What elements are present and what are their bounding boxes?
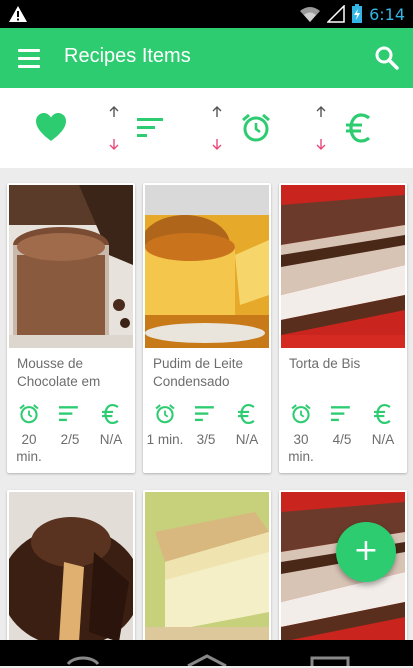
recipe-difficulty: 4/5 (332, 432, 352, 447)
recipe-name: Torta de Bis (289, 356, 361, 371)
system-nav-bar (0, 640, 413, 666)
alarm-clock-icon[interactable] (240, 112, 272, 144)
euro-icon[interactable] (344, 112, 374, 144)
recipe-time: 1 min. (146, 432, 184, 447)
home-icon[interactable] (186, 654, 228, 666)
warning-icon (9, 6, 27, 22)
recipe-meta: 30 min. 4/5 N/A (279, 403, 407, 473)
sort-time-arrows[interactable] (209, 102, 225, 154)
recipe-card[interactable] (143, 490, 271, 650)
recipe-price: N/A (235, 432, 259, 447)
status-time: 6:14 (369, 4, 405, 24)
recipe-time: 20 min. (16, 432, 42, 464)
app-bar: Recipes Items (0, 28, 413, 88)
recipe-card[interactable] (7, 490, 135, 650)
search-icon[interactable] (373, 44, 401, 72)
recipe-price: N/A (99, 432, 123, 447)
recipe-price: N/A (371, 432, 395, 447)
alarm-clock-icon (291, 404, 311, 424)
alarm-clock-icon (19, 404, 39, 424)
euro-icon (374, 403, 391, 425)
difficulty-icon (195, 406, 214, 422)
wifi-icon (300, 7, 321, 22)
difficulty-icon (331, 406, 350, 422)
recipe-card[interactable]: Mousse de Chocolate em 20 min. 2/5 N/A (7, 183, 135, 473)
sort-bar (0, 88, 413, 168)
euro-icon (102, 403, 119, 425)
recipe-meta: 20 min. 2/5 N/A (7, 403, 135, 473)
recents-icon[interactable] (310, 656, 350, 666)
recipe-card[interactable]: Torta de Bis 30 min. 4/5 N/A (279, 183, 407, 473)
menu-icon[interactable] (12, 42, 46, 74)
signal-icon (327, 5, 345, 23)
battery-icon (352, 4, 363, 23)
recipe-name: Pudim de Leite Condensado (153, 356, 244, 389)
add-recipe-button[interactable]: + (336, 522, 396, 582)
recipe-time: 30 min. (288, 432, 314, 464)
difficulty-icon (59, 406, 78, 422)
alarm-clock-icon (155, 404, 175, 424)
recipe-card[interactable]: Pudim de Leite Condensado 1 min. 3/5 N/A (143, 183, 271, 473)
recipe-photo (9, 492, 133, 650)
difficulty-icon[interactable] (137, 116, 165, 140)
recipe-name: Mousse de Chocolate em (17, 356, 101, 389)
recipe-difficulty: 3/5 (196, 432, 216, 447)
recipe-photo (281, 185, 405, 348)
recipe-photo (145, 492, 269, 650)
sort-difficulty-arrows[interactable] (106, 102, 122, 154)
recipe-meta: 1 min. 3/5 N/A (143, 403, 271, 473)
sort-price-arrows[interactable] (313, 102, 329, 154)
recipe-difficulty: 2/5 (60, 432, 80, 447)
heart-icon[interactable] (34, 110, 68, 146)
recipe-photo (9, 185, 133, 348)
recipe-photo (145, 185, 269, 348)
status-bar: 6:14 (0, 0, 413, 28)
page-title: Recipes Items (64, 45, 191, 67)
euro-icon (238, 403, 255, 425)
